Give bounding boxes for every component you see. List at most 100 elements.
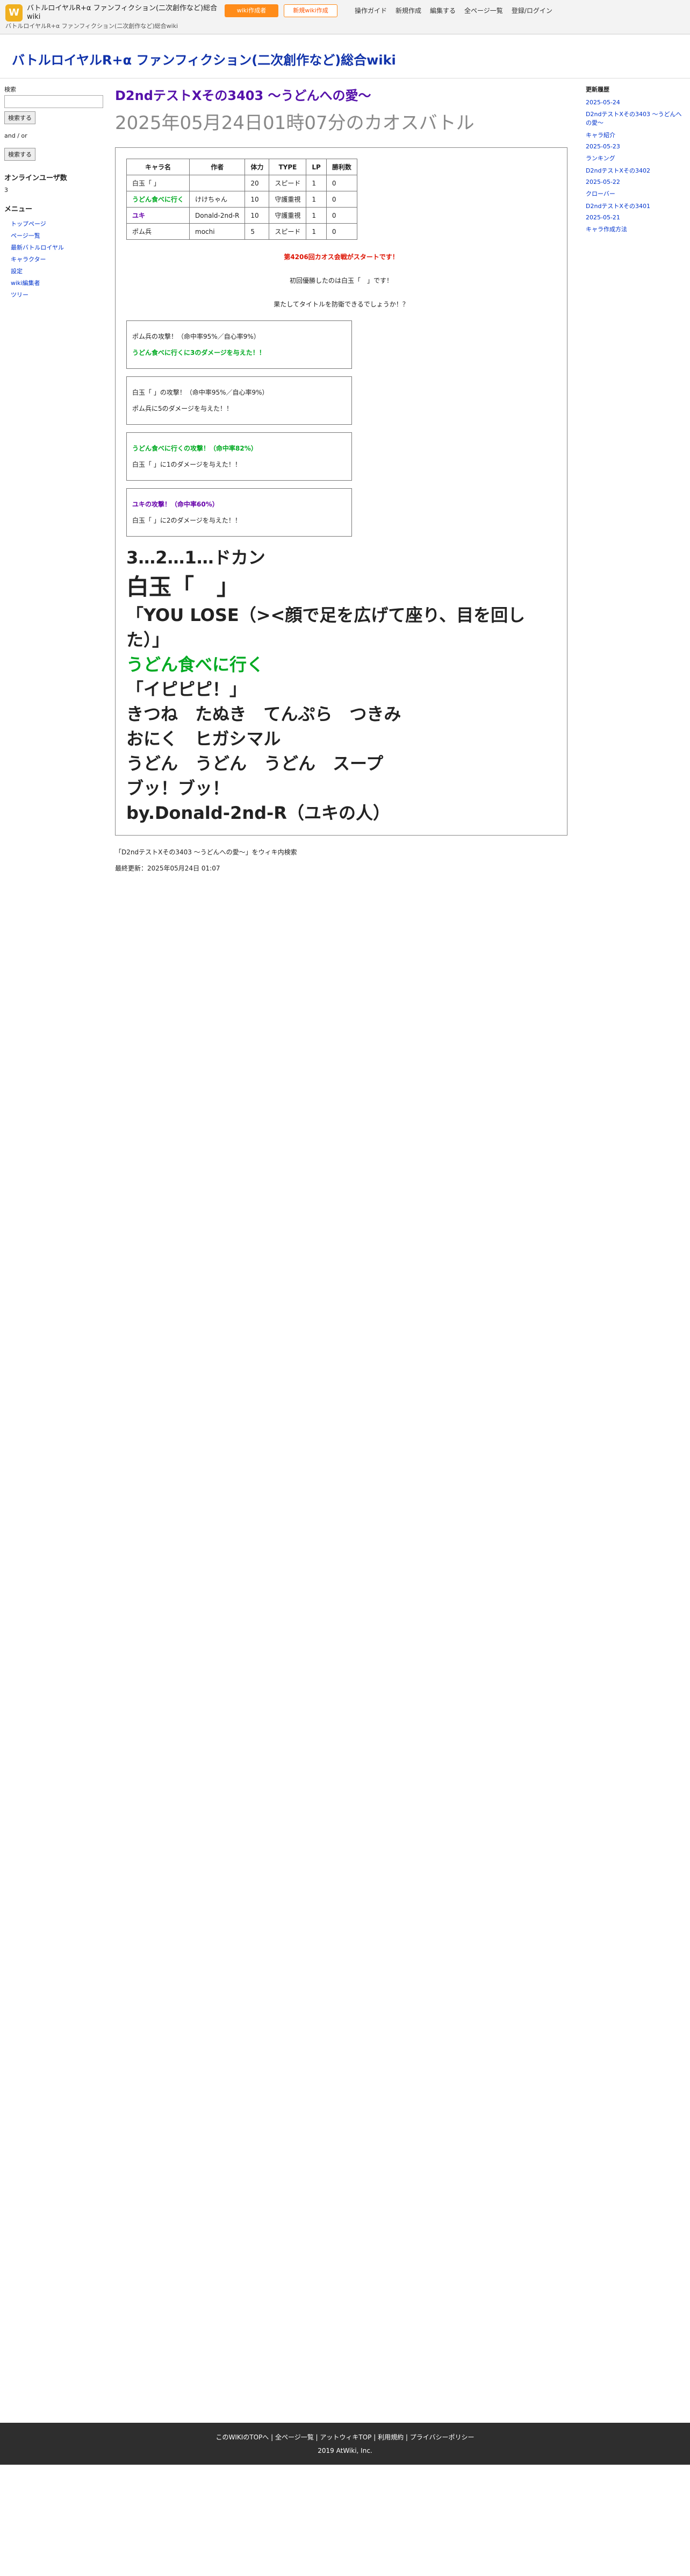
author-credit: by.Donald-2nd-R（ユキの人） xyxy=(126,803,390,823)
page-layout: 検索 検索する and / or 検索する オンラインユーザ数 3 メニュー ト… xyxy=(0,79,690,2423)
update-item: 2025-05-23 xyxy=(586,143,620,150)
update-item[interactable]: D2ndテストXその3401 xyxy=(586,202,685,210)
table-cell: 5 xyxy=(245,223,270,240)
update-item: 2025-05-22 xyxy=(586,179,620,185)
footer-link[interactable]: 全ページ一覧 xyxy=(275,2434,314,2441)
nav-edit[interactable]: 編集する xyxy=(430,4,456,17)
table-cell: 1 xyxy=(306,223,327,240)
footer-links: このWIKIのTOPへ | 全ページ一覧 | アットウィキTOP | 利用規約 … xyxy=(215,2434,475,2441)
right-sidebar: 更新履歴 2025-05-24 D2ndテストXその3403 ～うどんへの愛～ … xyxy=(586,85,685,237)
final-message-1: 「YOU LOSE（><顔で足を広げて座り、目を回した）」 xyxy=(126,605,526,650)
table-cell: 0 xyxy=(326,207,357,224)
update-item[interactable]: クローバー xyxy=(586,189,685,198)
last-updated: 最終更新：2025年05月24日 01:07 xyxy=(115,865,220,872)
footer: このWIKIのTOPへ | 全ページ一覧 | アットウィキTOP | 利用規約 … xyxy=(0,2423,690,2465)
final-message-7: ブッ！ブッ！ xyxy=(126,778,230,798)
copyright: 2019 AtWiki, Inc. xyxy=(318,2447,372,2454)
online-users-count: 3 xyxy=(4,187,8,194)
wiki-logo-icon[interactable]: W xyxy=(5,4,23,22)
nav-pages[interactable]: 全ページ一覧 xyxy=(464,4,503,17)
footer-link[interactable]: このWIKIのTOPへ xyxy=(215,2434,269,2441)
table-cell: ポム兵 xyxy=(126,223,190,240)
new-wiki-button[interactable]: 新規wiki作成 xyxy=(284,4,337,17)
final-message-3: 「イピピピ！」 xyxy=(126,679,247,700)
menu-item[interactable]: キャラクター xyxy=(4,253,104,265)
footer-link[interactable]: プライバシーポリシー xyxy=(410,2434,475,2441)
table-header: TYPE xyxy=(269,159,307,175)
final-message-2: うどん食べに行く xyxy=(126,654,264,675)
update-item: 2025-05-24 xyxy=(586,99,620,106)
search-options: and / or xyxy=(4,132,27,139)
menu-list: トップページ ページ一覧 最新バトルロイヤル キャラクター 設定 wiki編集者… xyxy=(4,218,104,301)
table-cell: 0 xyxy=(326,191,357,208)
update-item[interactable]: D2ndテストXその3403 ～うどんへの愛～ xyxy=(586,110,685,127)
update-item[interactable]: ランキング xyxy=(586,154,685,162)
nav-new[interactable]: 新規作成 xyxy=(396,4,421,17)
table-cell: ユキ xyxy=(126,207,190,224)
table-cell: 1 xyxy=(306,175,327,191)
update-item: 2025-05-21 xyxy=(586,214,620,221)
battle-start-notice: 第4206回カオス会戦がスタートです！ xyxy=(284,253,399,261)
or-option[interactable]: or xyxy=(21,132,27,139)
table-row: ポム兵 mochi 5 スピード 1 0 xyxy=(126,223,357,240)
table-cell: 守護重視 xyxy=(269,191,307,208)
menu-item[interactable]: ツリー xyxy=(4,289,104,301)
table-cell: けけちゃん xyxy=(189,191,246,208)
wiki-search-link[interactable]: 「D2ndテストXその3403 ～うどんへの愛～」をウィキ内検索 xyxy=(115,846,567,858)
footer-link[interactable]: 利用規約 xyxy=(378,2434,404,2441)
table-cell: 1 xyxy=(306,191,327,208)
menu-item[interactable]: 設定 xyxy=(4,265,104,277)
table-cell: スピード xyxy=(269,223,307,240)
update-item[interactable]: D2ndテストXその3402 xyxy=(586,166,685,175)
final-message-4: きつね たぬき てんぷら つきみ xyxy=(126,704,401,724)
and-option[interactable]: and xyxy=(4,132,16,139)
table-cell: 0 xyxy=(326,175,357,191)
battle-line: 白玉「 」の攻撃！（命中率95%／自心率9%） xyxy=(132,389,269,396)
battle-panel: ポム兵の攻撃！（命中率95%／自心率9%） うどん食べに行くに3のダメージを与え… xyxy=(126,320,352,369)
menu-item[interactable]: 最新バトルロイヤル xyxy=(4,241,104,253)
table-header: 作者 xyxy=(189,159,246,175)
top-bar: W バトルロイヤルR+α ファンフィクション(二次創作など)総合wiki wik… xyxy=(0,0,690,34)
search-label: 検索 xyxy=(4,86,16,93)
table-cell: 白玉「 」 xyxy=(126,175,190,191)
battle-damage: 白玉「 」に1のダメージを与えた！！ xyxy=(132,461,241,468)
battle-panel: ユキの攻撃！（命中率60%） 白玉「 」に2のダメージを与えた！！ xyxy=(126,488,352,537)
final-message-6: うどん うどん うどん スープ xyxy=(126,753,384,774)
menu-item[interactable]: wiki編集者 xyxy=(4,277,104,289)
menu-item[interactable]: ページ一覧 xyxy=(4,230,104,241)
site-title[interactable]: バトルロイヤルR+α ファンフィクション(二次創作など)総合wiki xyxy=(0,34,690,79)
menu-item[interactable]: トップページ xyxy=(4,218,104,230)
header-site-name[interactable]: バトルロイヤルR+α ファンフィクション(二次創作など)総合wiki xyxy=(27,4,220,22)
main-content: D2ndテストXその3403 ～うどんへの愛～ 2025年05月24日01時07… xyxy=(115,85,567,879)
champion-notice: 初回優勝したのは白玉「 」です！ xyxy=(289,277,393,284)
explosion-text: 3…2…1…ドカン xyxy=(126,547,265,568)
nav-login[interactable]: 登録/ログイン xyxy=(512,4,552,17)
table-cell: 10 xyxy=(245,207,270,224)
table-cell: スピード xyxy=(269,175,307,191)
table-row: うどん食べに行く けけちゃん 10 守護重視 1 0 xyxy=(126,191,357,208)
table-row: 白玉「 」 20 スピード 1 0 xyxy=(126,175,357,191)
search-button-secondary[interactable]: 検索する xyxy=(4,148,35,161)
final-message-5: おにく ヒガシマル xyxy=(126,729,281,749)
search-input[interactable] xyxy=(4,95,103,108)
battle-damage: 白玉「 」に2のダメージを与えた！！ xyxy=(132,517,241,524)
nav-guide[interactable]: 操作ガイド xyxy=(355,4,387,17)
search-button[interactable]: 検索する xyxy=(4,111,35,124)
update-item[interactable]: キャラ紹介 xyxy=(586,131,685,139)
table-row: ユキ Donald-2nd-R 10 守護重視 1 0 xyxy=(126,207,357,224)
battle-damage: うどん食べに行くに3のダメージを与えた！！ xyxy=(132,349,265,356)
table-cell xyxy=(189,175,246,191)
table-header: キャラ名 xyxy=(126,159,190,175)
update-history-title: 更新履歴 xyxy=(586,86,609,93)
left-sidebar: 検索 検索する and / or 検索する オンラインユーザ数 3 メニュー ト… xyxy=(4,85,104,301)
wiki-owner-button[interactable]: wiki作成者 xyxy=(225,4,278,17)
online-users-label: オンラインユーザ数 xyxy=(4,174,67,182)
footer-link[interactable]: アットウィキTOP xyxy=(320,2434,371,2441)
character-table: キャラ名 作者 体力 TYPE LP 勝利数 白玉「 」 20 スピード 1 0 うどん… xyxy=(126,159,357,240)
battle-line: ポム兵の攻撃！（命中率95%／自心率9%） xyxy=(132,333,260,340)
table-cell: 守護重視 xyxy=(269,207,307,224)
battle-panel: 白玉「 」の攻撃！（命中率95%／自心率9%） ポム兵に5のダメージを与えた！！ xyxy=(126,376,352,425)
update-item[interactable]: キャラ作成方法 xyxy=(586,225,685,233)
table-header: 勝利数 xyxy=(326,159,357,175)
battle-damage: ポム兵に5のダメージを与えた！！ xyxy=(132,405,233,412)
